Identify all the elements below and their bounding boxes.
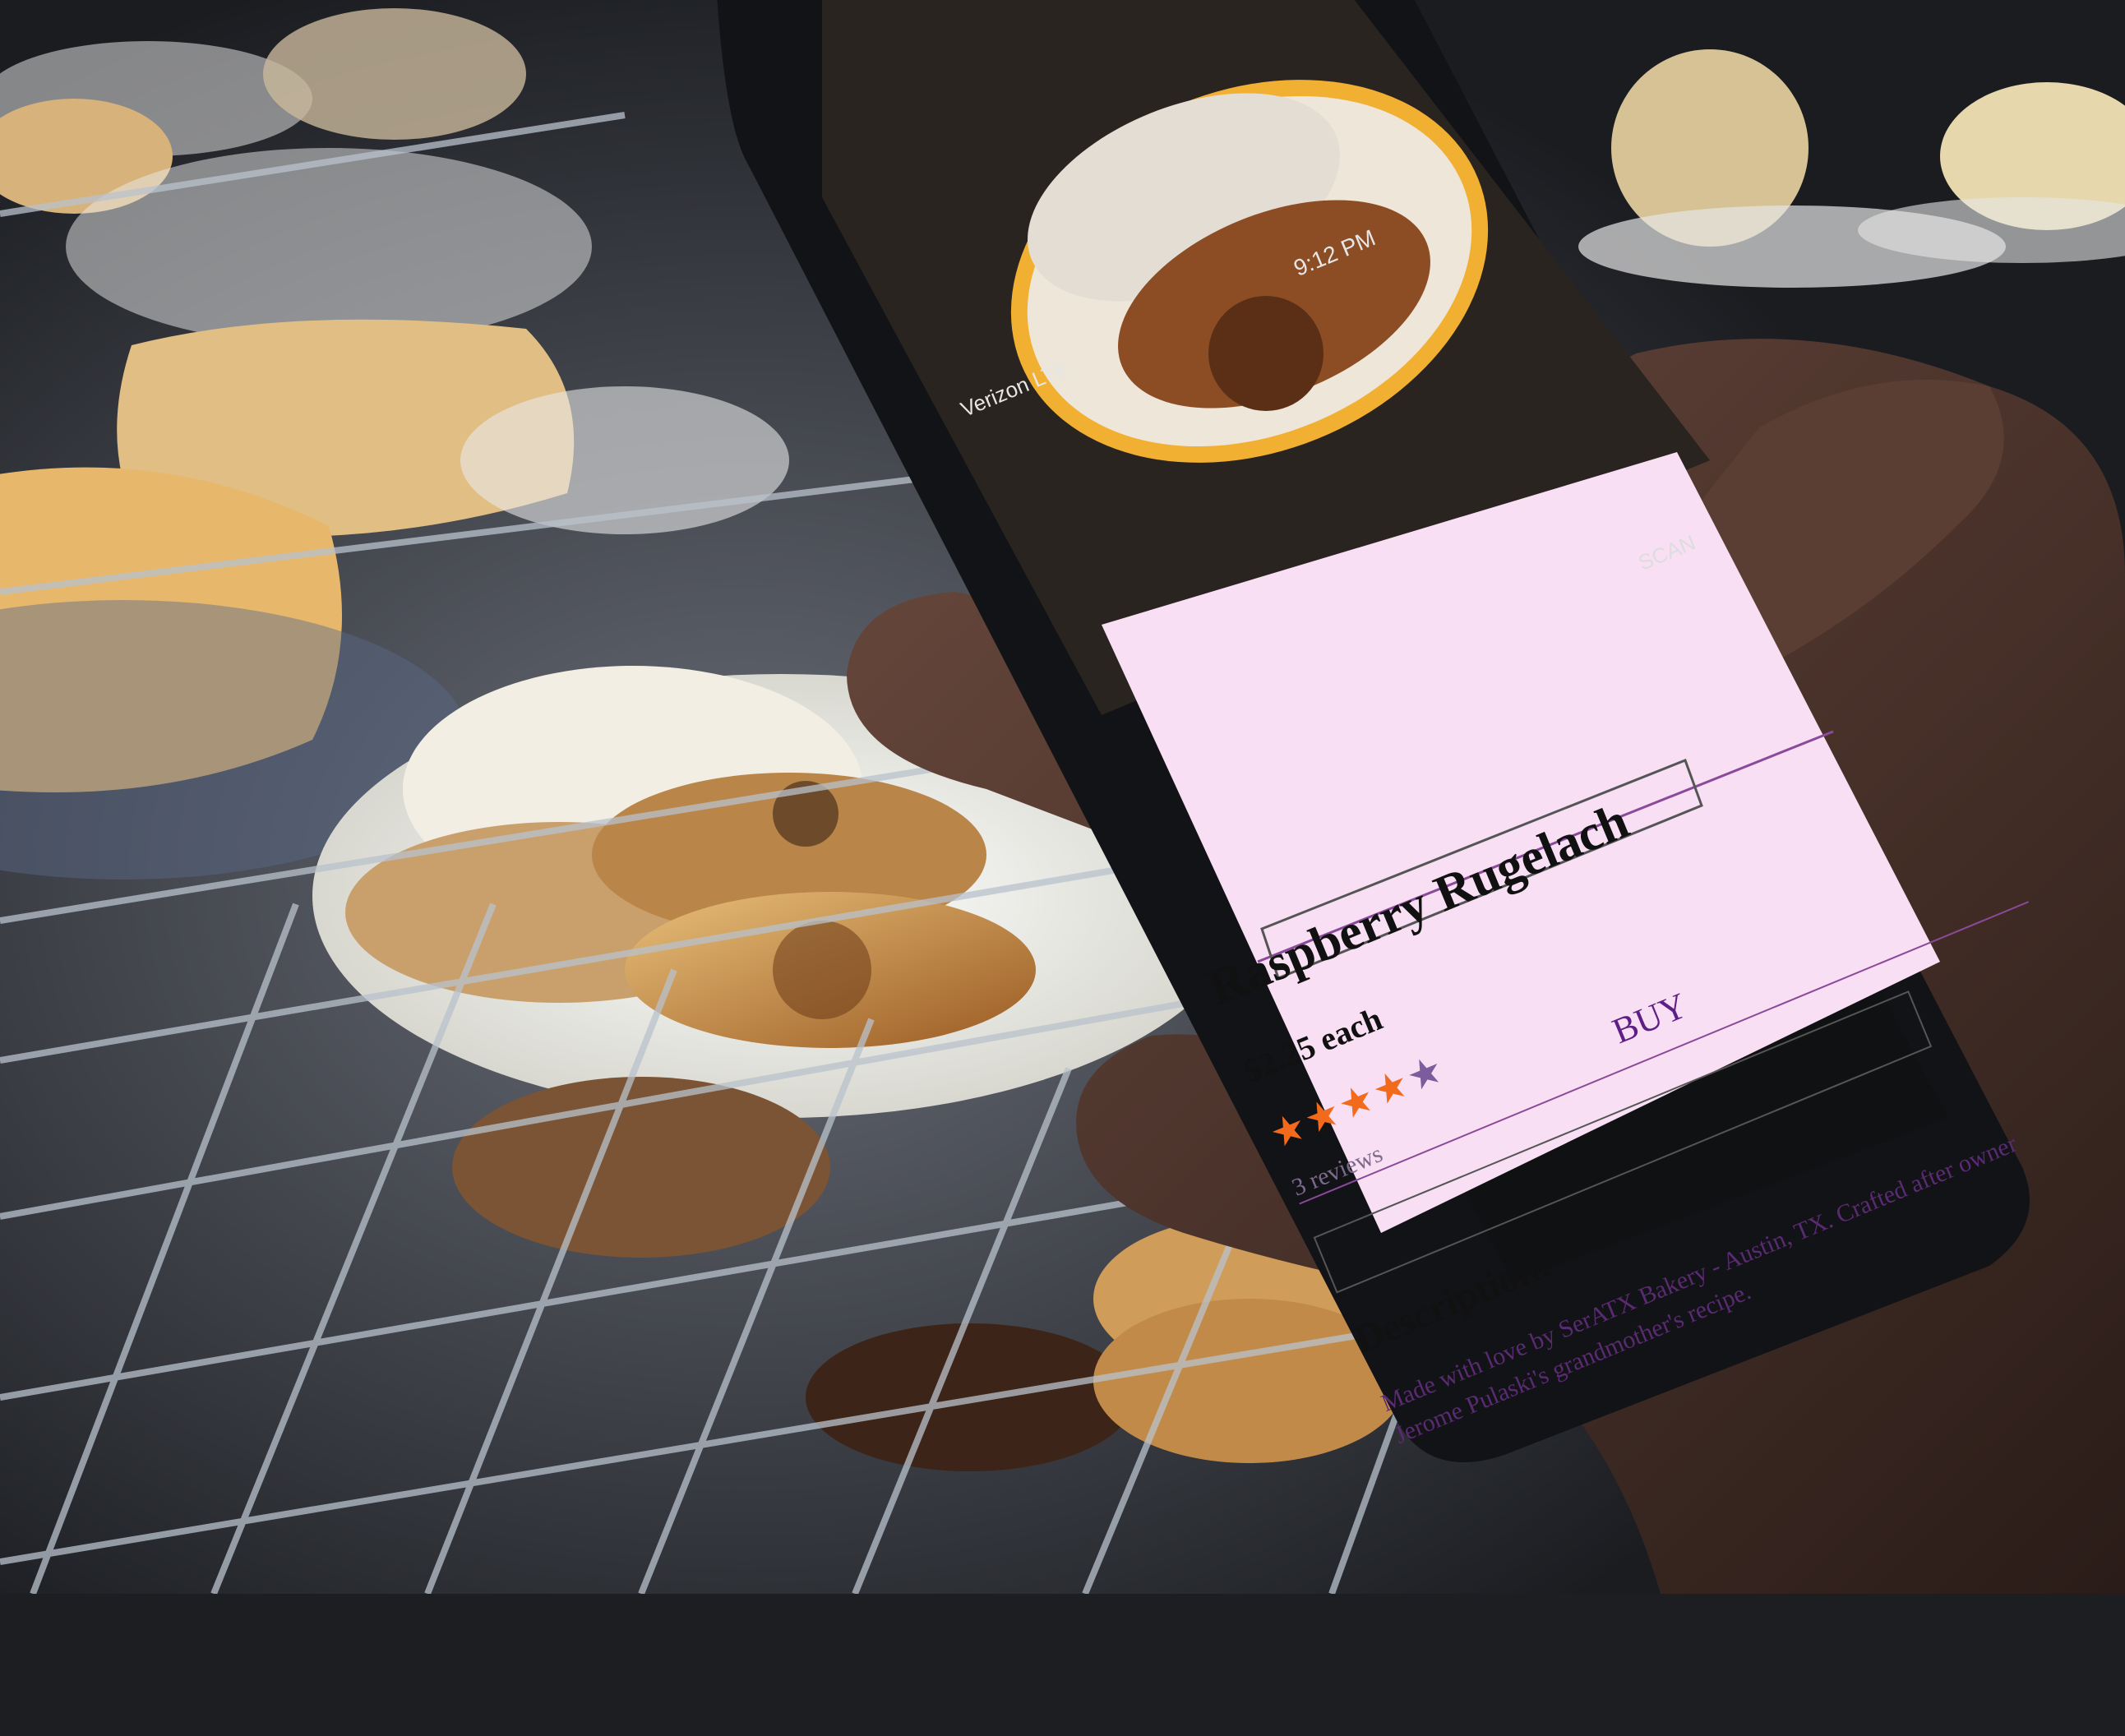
- network-label: LTE: [1028, 354, 1073, 393]
- product-title: Raspberry Rugelach: [1200, 792, 1637, 1017]
- scan-button[interactable]: SCAN: [1635, 529, 1700, 575]
